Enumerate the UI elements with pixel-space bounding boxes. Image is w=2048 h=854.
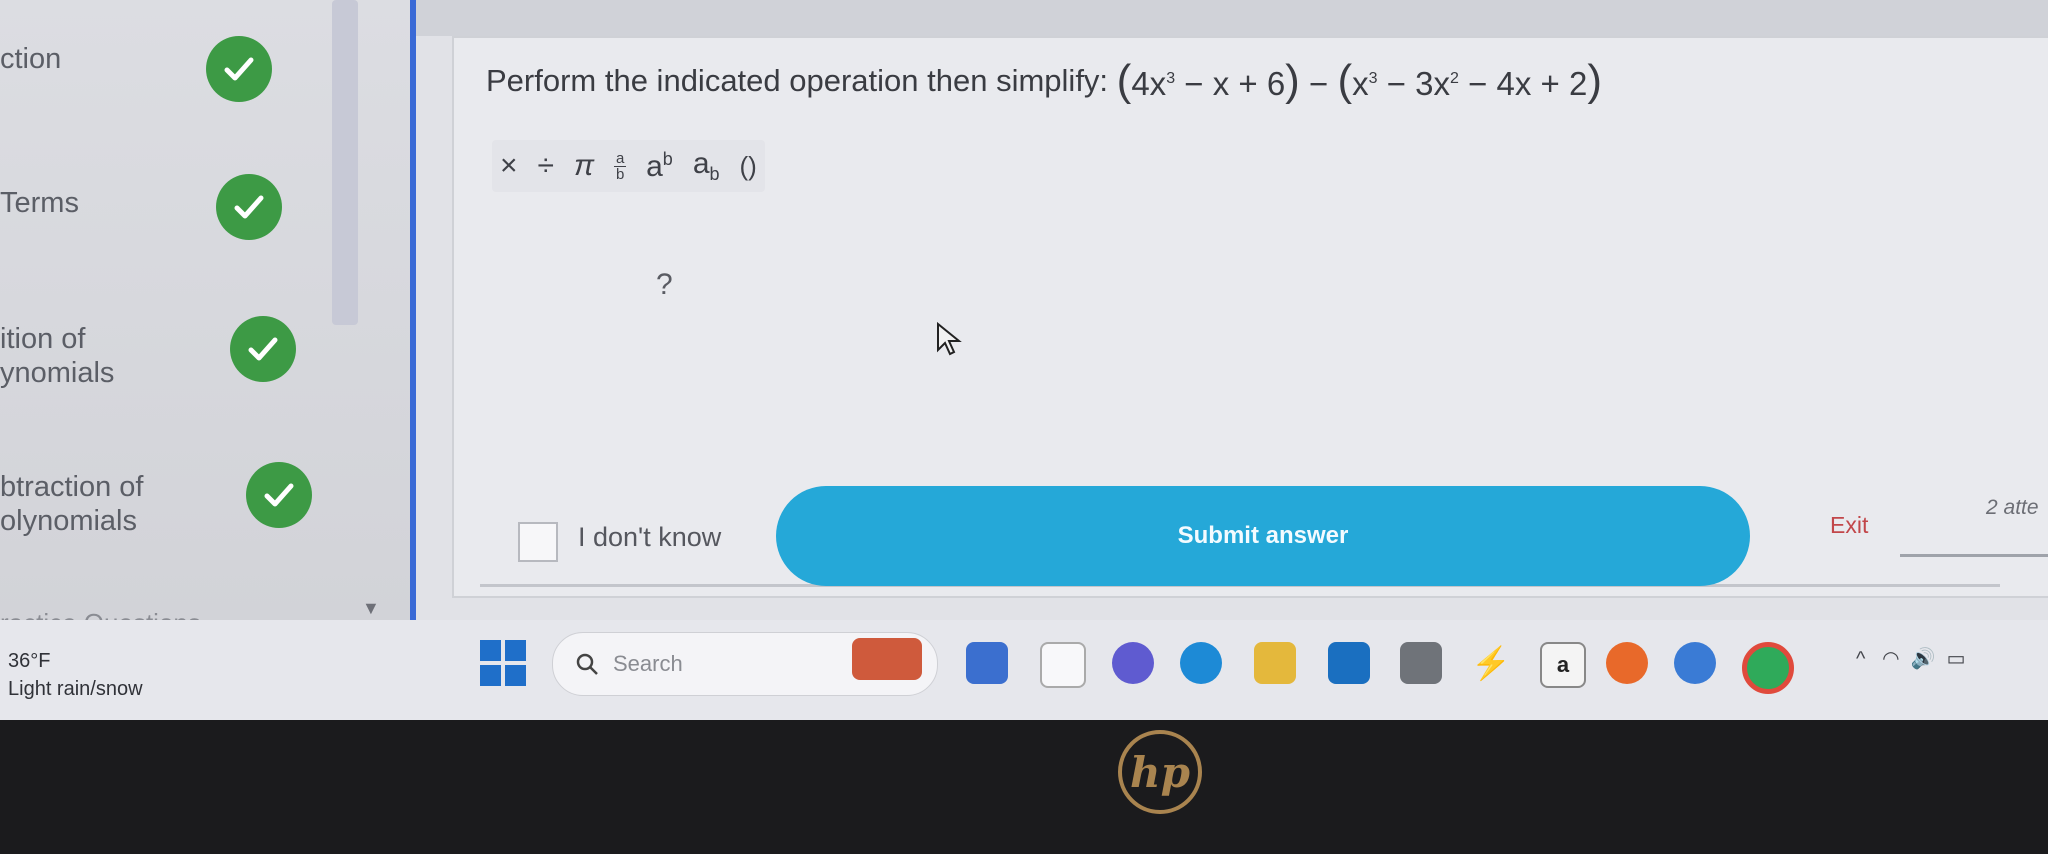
answer-input[interactable]: ? bbox=[656, 268, 673, 302]
sidebar-item-label: ction bbox=[0, 43, 62, 75]
dont-know-label[interactable]: I don't know bbox=[578, 522, 721, 553]
battery-icon[interactable]: ▭ bbox=[1947, 648, 1966, 670]
lesson-sidebar: ction Terms ition of ynomials btraction … bbox=[0, 0, 410, 638]
weather-temperature[interactable]: 36°F bbox=[8, 650, 50, 673]
wifi-icon[interactable]: ◠ bbox=[1882, 648, 1899, 670]
sidebar-item-1[interactable]: ction bbox=[0, 42, 61, 76]
dont-know-checkbox[interactable] bbox=[518, 522, 558, 562]
question-prompt: Perform the indicated operation then sim… bbox=[486, 63, 1109, 98]
sidebar-item-label: ition of bbox=[0, 323, 86, 355]
laptop-bezel bbox=[0, 720, 2048, 854]
submit-answer-button[interactable]: Submit answer bbox=[776, 486, 1750, 586]
app-icon[interactable]: ⚡ bbox=[1470, 642, 1512, 684]
app-icon[interactable] bbox=[966, 642, 1008, 684]
caret-down-icon[interactable]: ▼ bbox=[362, 598, 380, 619]
firefox-icon[interactable] bbox=[1606, 642, 1648, 684]
search-highlight-icon[interactable] bbox=[852, 638, 922, 680]
multiply-button[interactable]: × bbox=[500, 149, 518, 183]
panel-header-strip bbox=[416, 0, 2048, 36]
chat-icon[interactable] bbox=[1112, 642, 1154, 684]
attempts-counter: 2 atte bbox=[1986, 496, 2039, 519]
sidebar-item-label: olynomials bbox=[0, 505, 137, 537]
check-icon bbox=[206, 36, 272, 102]
app-icon[interactable] bbox=[1674, 642, 1716, 684]
store-icon[interactable] bbox=[1400, 642, 1442, 684]
check-icon bbox=[216, 174, 282, 240]
chevron-up-icon[interactable]: ^ bbox=[1856, 648, 1865, 670]
mouse-pointer-icon bbox=[936, 321, 962, 361]
math-toolbar: × ÷ π a b ab ab () bbox=[492, 140, 765, 192]
sidebar-item-label: ynomials bbox=[0, 357, 115, 389]
taskbar: 36°F Light rain/snow Search ⚡ a ^ ◠ 🔊 ▭ bbox=[0, 620, 2048, 720]
exit-button[interactable]: Exit bbox=[1830, 512, 1868, 539]
windows-start-icon[interactable] bbox=[480, 640, 526, 686]
chrome-icon[interactable] bbox=[1742, 642, 1794, 694]
divide-button[interactable]: ÷ bbox=[538, 149, 554, 183]
sidebar-scrollbar[interactable] bbox=[332, 0, 358, 325]
sidebar-item-label: btraction of bbox=[0, 471, 144, 503]
task-view-icon[interactable] bbox=[1040, 642, 1086, 688]
check-icon bbox=[246, 462, 312, 528]
system-tray: ^ ◠ 🔊 ▭ bbox=[1856, 646, 1966, 671]
hp-logo: hp bbox=[1118, 730, 1202, 814]
amazon-icon[interactable]: a bbox=[1540, 642, 1586, 688]
divider bbox=[1900, 554, 2048, 557]
search-icon bbox=[576, 653, 598, 675]
question-text: Perform the indicated operation then sim… bbox=[486, 56, 1602, 106]
volume-icon[interactable]: 🔊 bbox=[1911, 648, 1936, 670]
sidebar-item-2[interactable]: Terms bbox=[0, 186, 79, 220]
edge-browser-icon[interactable] bbox=[1180, 642, 1222, 684]
fraction-button[interactable]: a b bbox=[614, 151, 627, 182]
laptop-screen: ction Terms ition of ynomials btraction … bbox=[0, 0, 2048, 720]
mail-icon[interactable] bbox=[1328, 642, 1370, 684]
subscript-button[interactable]: ab bbox=[693, 147, 720, 185]
question-expression: (4x3 − x + 6) − (x3 − 3x2 − 4x + 2) bbox=[1116, 56, 1602, 105]
exponent-button[interactable]: ab bbox=[646, 149, 673, 184]
sidebar-item-3[interactable]: ition of ynomials bbox=[0, 322, 114, 390]
file-explorer-icon[interactable] bbox=[1254, 642, 1296, 684]
weather-description[interactable]: Light rain/snow bbox=[8, 678, 143, 701]
sidebar-item-label: Terms bbox=[0, 187, 79, 219]
pi-button[interactable]: π bbox=[574, 149, 594, 183]
check-icon bbox=[230, 316, 296, 382]
search-placeholder: Search bbox=[613, 651, 683, 676]
parentheses-button[interactable]: () bbox=[740, 151, 757, 182]
sidebar-item-4[interactable]: btraction of olynomials bbox=[0, 470, 143, 538]
